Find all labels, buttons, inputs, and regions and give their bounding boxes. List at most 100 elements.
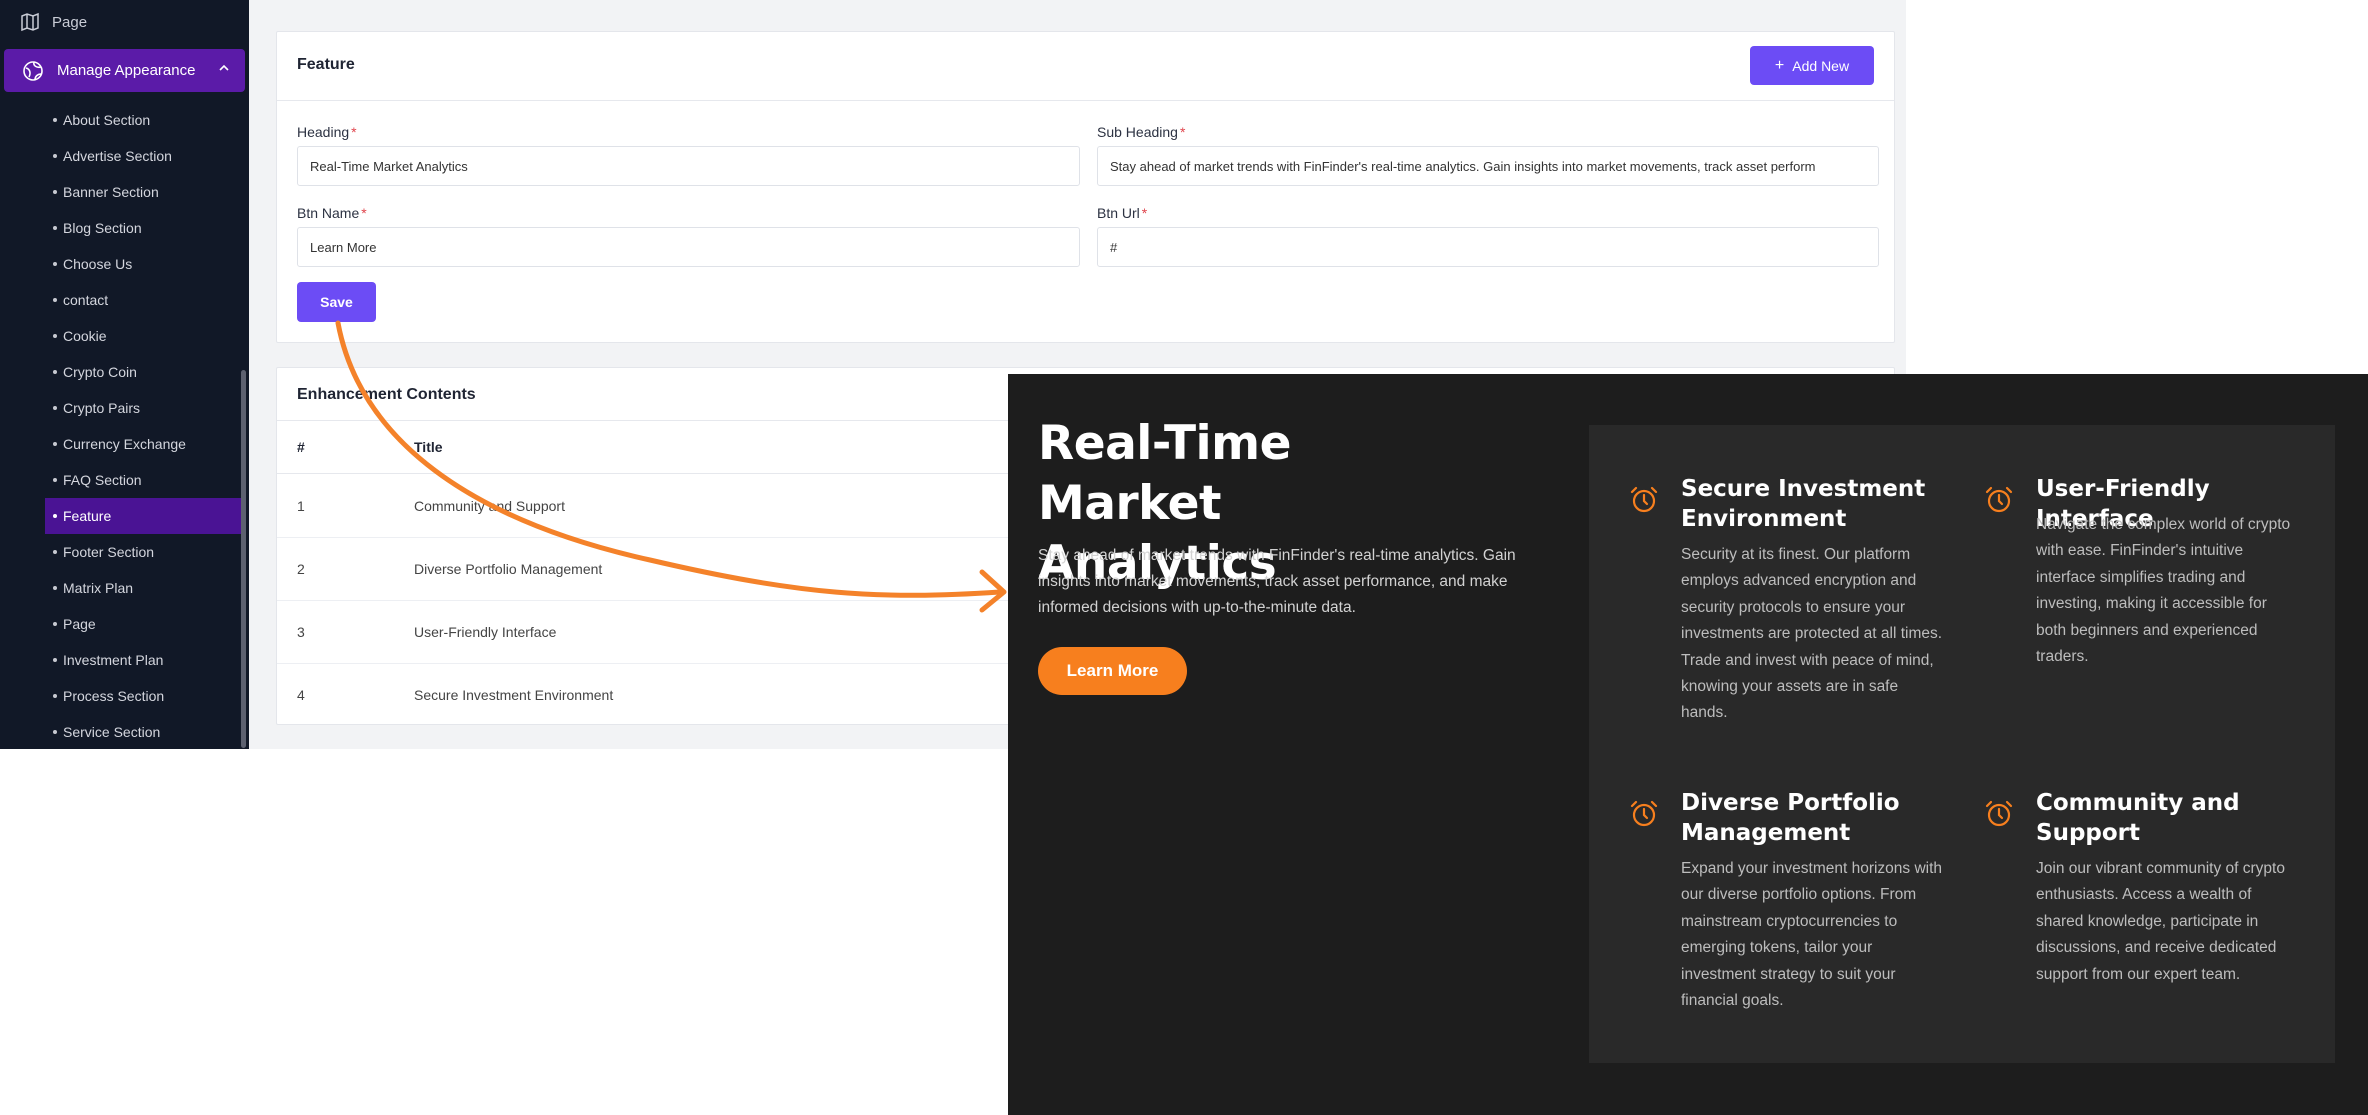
sidebar-item-about-section[interactable]: About Section (45, 102, 242, 138)
row-title: Community and Support (414, 498, 565, 514)
sidebar-item-manage-appearance[interactable]: Manage Appearance (4, 49, 245, 92)
subheading-label: Sub Heading * (1097, 124, 1186, 140)
subheading-input[interactable]: Stay ahead of market trends with FinFind… (1097, 146, 1879, 186)
sidebar-item-matrix-plan[interactable]: Matrix Plan (45, 570, 242, 606)
btn-name-input[interactable]: Learn More (297, 227, 1080, 267)
bullet-icon (53, 550, 57, 554)
sidebar-item-label: Advertise Section (63, 148, 172, 164)
alarm-clock-icon (1630, 486, 1658, 513)
sidebar-item-footer-section[interactable]: Footer Section (45, 534, 242, 570)
bullet-icon (53, 118, 57, 122)
sidebar-item-label: Currency Exchange (63, 436, 186, 452)
required-mark: * (1141, 205, 1148, 221)
map-icon (21, 12, 39, 32)
feature-title: Diverse Portfolio Management (1681, 790, 1900, 846)
save-button[interactable]: Save (297, 282, 376, 322)
sidebar-item-label: FAQ Section (63, 472, 142, 488)
sidebar-item-label: Matrix Plan (63, 580, 134, 596)
sidebar-item-label: Page (52, 13, 88, 31)
plus-icon: + (1774, 56, 1785, 74)
sidebar-item-label: Investment Plan (63, 652, 164, 668)
feature-text: Join our vibrant community of crypto ent… (2036, 860, 2285, 983)
add-new-button[interactable]: + Add New (1750, 46, 1874, 85)
sidebar-item-label: Manage Appearance (57, 62, 196, 79)
btn-url-label: Btn Url * (1097, 205, 1148, 221)
sidebar-item-blog-section[interactable]: Blog Section (45, 210, 242, 246)
sidebar-item-label: Banner Section (63, 184, 159, 200)
sidebar-item-label: About Section (63, 112, 151, 128)
row-title: Diverse Portfolio Management (414, 561, 603, 577)
row-number: 3 (297, 624, 305, 640)
sidebar-item-label: Feature (63, 508, 112, 524)
sidebar-item-service-section[interactable]: Service Section (45, 714, 242, 749)
required-mark: * (361, 205, 367, 221)
bullet-icon (53, 262, 57, 266)
row-number: 4 (297, 687, 305, 703)
btn-name-label: Btn Name * (297, 205, 367, 221)
sidebar-item-label: Footer Section (63, 544, 155, 560)
feature-text: Expand your investment horizons with our… (1681, 860, 1943, 1010)
bullet-icon (53, 658, 57, 662)
alarm-clock-icon (1985, 486, 2013, 513)
heading-input[interactable]: Real-Time Market Analytics (297, 146, 1080, 186)
chevron-up-icon (219, 64, 229, 71)
bullet-icon (53, 730, 57, 734)
globe-icon (23, 60, 43, 81)
feature-title: Secure Investment Environment (1681, 476, 1926, 532)
sidebar-item-page[interactable]: Page (20, 10, 87, 34)
row-number: 2 (297, 561, 305, 577)
feature-section-preview: Real-Time Market Analytics Stay ahead of… (1008, 374, 2368, 1115)
bullet-icon (53, 226, 57, 230)
sidebar-item-crypto-pairs[interactable]: Crypto Pairs (45, 390, 242, 426)
bullet-icon (53, 154, 57, 158)
sidebar-scrollbar[interactable] (241, 370, 246, 748)
card-header: Feature + Add New (277, 32, 1894, 101)
sidebar-item-label: Choose Us (63, 256, 133, 272)
learn-more-button[interactable]: Learn More (1038, 647, 1187, 695)
required-mark: * (351, 124, 357, 140)
sidebar-item-cookie[interactable]: Cookie (45, 318, 242, 354)
feature-title: Community and Support (2036, 790, 2240, 846)
column-header-title: Title (414, 439, 443, 455)
bullet-icon (53, 586, 57, 590)
row-title: User-Friendly Interface (414, 624, 557, 640)
sidebar-item-label: Crypto Pairs (63, 400, 141, 416)
btn-url-input[interactable]: # (1097, 227, 1879, 267)
feature-form-card: Feature + Add New Heading * Real-Time Mar… (276, 31, 1895, 343)
button-label: Add New (1792, 57, 1850, 74)
required-mark: * (1179, 124, 1186, 140)
card-title: Feature (297, 56, 355, 73)
sidebar-item-page-sub[interactable]: Page (45, 606, 242, 642)
sidebar-item-banner-section[interactable]: Banner Section (45, 174, 242, 210)
bullet-icon (53, 298, 57, 302)
sidebar-item-process-section[interactable]: Process Section (45, 678, 242, 714)
sidebar-item-label: contact (63, 292, 109, 308)
sidebar-item-label: Process Section (63, 688, 165, 704)
sidebar: Page Manage Appearance About Section Adv… (0, 0, 249, 749)
bullet-icon (53, 334, 57, 338)
feature-text: Navigate the complex world of crypto wit… (2036, 516, 2291, 666)
sidebar-item-investment-plan[interactable]: Investment Plan (45, 642, 242, 678)
sidebar-item-contact[interactable]: contact (45, 282, 242, 318)
heading-label: Heading * (297, 124, 357, 140)
bullet-icon (53, 622, 57, 626)
sidebar-item-faq-section[interactable]: FAQ Section (45, 462, 242, 498)
bullet-icon (53, 478, 57, 482)
sidebar-submenu: About Section Advertise Section Banner S… (45, 102, 242, 749)
feature-text: Security at its finest. Our platform emp… (1681, 546, 1943, 722)
sidebar-item-currency-exchange[interactable]: Currency Exchange (45, 426, 242, 462)
sidebar-item-label: Service Section (63, 724, 161, 740)
bullet-icon (53, 694, 57, 698)
row-number: 1 (297, 498, 305, 514)
sidebar-item-advertise-section[interactable]: Advertise Section (45, 138, 242, 174)
preview-subheading: Stay ahead of market trends with FinFind… (1038, 547, 1516, 616)
sidebar-item-label: Cookie (63, 328, 107, 344)
sidebar-item-feature[interactable]: Feature (45, 498, 242, 534)
alarm-clock-icon (1985, 800, 2013, 827)
bullet-icon (53, 370, 57, 374)
row-title: Secure Investment Environment (414, 687, 614, 703)
sidebar-item-crypto-coin[interactable]: Crypto Coin (45, 354, 242, 390)
alarm-clock-icon (1630, 800, 1658, 827)
sidebar-item-choose-us[interactable]: Choose Us (45, 246, 242, 282)
sidebar-item-label: Page (63, 616, 96, 632)
